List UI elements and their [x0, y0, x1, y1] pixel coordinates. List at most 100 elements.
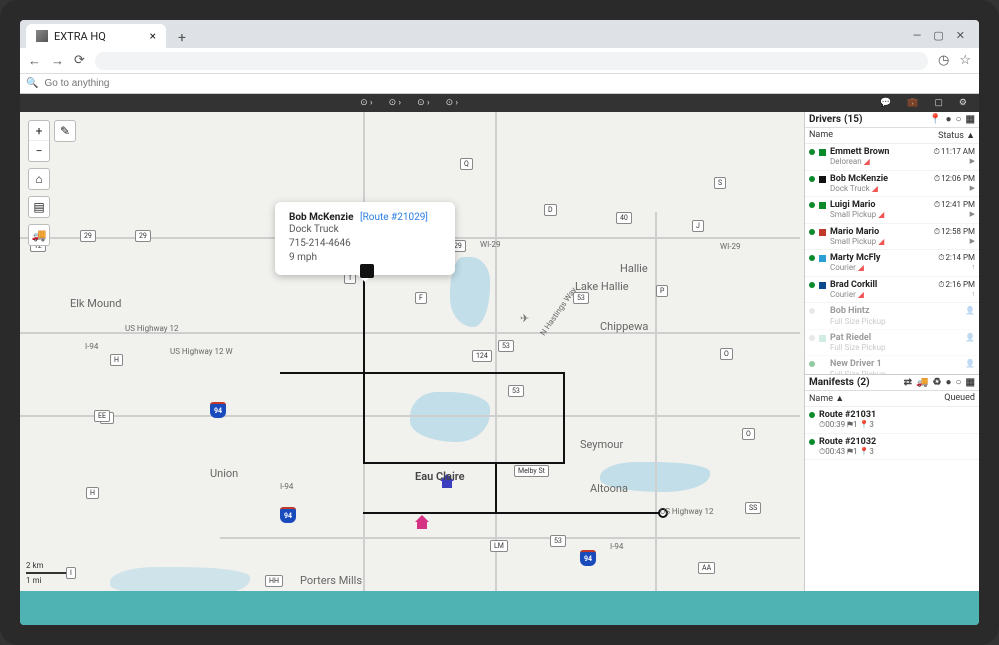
popup-route-link[interactable]: [Route #21029] [360, 212, 428, 223]
map-water [410, 392, 490, 442]
driver-time: 2:14 PM↑ [938, 253, 975, 271]
driver-row[interactable]: Emmett BrownDelorean◢11:17 AM▶ [805, 144, 979, 171]
history-icon[interactable]: ◷ [938, 53, 949, 68]
status-dot [809, 308, 815, 314]
close-window-button[interactable]: ✕ [956, 29, 965, 42]
driver-vehicle: Courier◢ [830, 290, 934, 299]
toolbar-nav-1[interactable]: ⊙ › [352, 98, 380, 108]
manifest-name: Route #21031 [819, 410, 975, 420]
driver-list[interactable]: Emmett BrownDelorean◢11:17 AM▶ Bob McKenz… [805, 144, 979, 374]
col-name[interactable]: Name [809, 130, 833, 141]
manifests-column-header: Name ▲ Queued [805, 391, 979, 407]
driver-row[interactable]: Brad CorkillCourier◢2:16 PM↑ [805, 277, 979, 304]
city-label: Hallie [620, 262, 648, 275]
driver-row[interactable]: Luigi MarioSmall Pickup◢12:41 PM▶ [805, 197, 979, 224]
toolbar-monitor-icon[interactable]: ▢ [926, 98, 951, 108]
location-icon: ◢ [878, 237, 884, 246]
new-tab-button[interactable]: + [172, 28, 192, 48]
driver-time: 👤 [965, 359, 975, 368]
home-button[interactable]: ⌂ [29, 169, 49, 189]
manifest-truck-icon[interactable]: 🚚 [916, 377, 928, 388]
toolbar-gear-icon[interactable]: ⚙ [951, 98, 975, 108]
forward-button[interactable]: → [51, 53, 64, 69]
city-label: Elk Mound [70, 297, 121, 310]
truck-filter-button[interactable]: 🚚 [29, 225, 49, 245]
driver-row[interactable]: Pat RiedelFull Size Pickup👤 [805, 330, 979, 357]
driver-row[interactable]: Bob McKenzieDock Truck◢12:06 PM▶ [805, 171, 979, 198]
search-input[interactable] [44, 78, 973, 89]
driver-row[interactable]: Marty McFlyCourier◢2:14 PM↑ [805, 250, 979, 277]
road-chip: H [110, 354, 123, 366]
toolbar-briefcase-icon[interactable]: 💼 [899, 98, 926, 108]
road-chip: EE [94, 410, 110, 422]
toolbar-chat-icon[interactable]: 💬 [872, 98, 899, 108]
manifests-panel-header: Manifests(2) ⇄ 🚚 ♻ ● ○ ▦ [805, 375, 979, 391]
location-icon: ◢ [858, 290, 864, 299]
truck-marker[interactable] [360, 264, 374, 278]
toolbar-nav-4[interactable]: ⊙ › [438, 98, 466, 108]
driver-row[interactable]: Bob HintzFull Size Pickup👤 [805, 303, 979, 330]
vehicle-color-icon [819, 335, 826, 342]
road-chip: AA [698, 562, 715, 574]
edit-button[interactable]: ✎ [55, 121, 75, 141]
interstate-shield: 94 [280, 507, 296, 523]
road-chip: 124 [472, 350, 492, 362]
status-dot [809, 412, 815, 418]
driver-time: 12:41 PM▶ [934, 200, 975, 218]
footer-bar [20, 591, 979, 625]
manifest-refresh-icon[interactable]: ♻ [932, 377, 941, 388]
road-label: WI-29 [720, 242, 740, 251]
road-chip: 29 [80, 230, 96, 242]
driver-name: Mario Mario [830, 227, 930, 237]
toolbar-nav-2[interactable]: ⊙ › [381, 98, 409, 108]
bookmark-button[interactable]: ☆ [959, 53, 971, 68]
zoom-out-button[interactable]: − [29, 141, 49, 161]
city-label: Union [210, 467, 238, 480]
driver-time: 12:06 PM▶ [934, 174, 975, 192]
manifest-list[interactable]: Route #21031⏱00:39 ⚑1 📍3Route #21032⏱00:… [805, 407, 979, 460]
city-label: Chippewa [600, 320, 648, 333]
manifest-open-icon[interactable]: ○ [956, 377, 962, 388]
manifest-name: Route #21032 [819, 437, 975, 447]
house-marker-red[interactable] [415, 518, 429, 532]
maximize-button[interactable]: ▢ [933, 29, 943, 42]
map-canvas[interactable]: 94 94 94 Eau Claire Chippewa Altoona Sey… [20, 112, 804, 591]
panel-grid-icon[interactable]: ▦ [966, 114, 975, 125]
manifest-grid-icon[interactable]: ▦ [966, 377, 975, 388]
popup-vehicle: Dock Truck [289, 223, 441, 237]
layers-button[interactable]: ▤ [29, 197, 49, 217]
status-dot [809, 361, 815, 367]
panel-pin-icon[interactable]: 📍 [929, 114, 941, 125]
road-label: I-94 [85, 342, 98, 351]
vehicle-color-icon [819, 202, 826, 209]
tab-close-icon[interactable]: × [150, 29, 156, 43]
driver-vehicle: Full Size Pickup [830, 343, 961, 352]
address-bar[interactable] [95, 52, 928, 70]
reload-button[interactable]: ⟳ [74, 53, 85, 68]
zoom-in-button[interactable]: + [29, 121, 49, 141]
back-button[interactable]: ← [28, 53, 41, 69]
status-dot [809, 149, 815, 155]
manifest-col-name[interactable]: Name ▲ [809, 393, 844, 404]
browser-tab[interactable]: EXTRA HQ × [26, 24, 166, 48]
manifest-record-icon[interactable]: ● [945, 377, 951, 388]
road-chip: 40 [616, 212, 632, 224]
col-status[interactable]: Status ▲ [938, 130, 975, 141]
manifest-row[interactable]: Route #21031⏱00:39 ⚑1 📍3 [805, 407, 979, 434]
driver-name: Emmett Brown [830, 147, 930, 157]
panel-record-icon[interactable]: ● [945, 114, 951, 125]
toolbar-nav-3[interactable]: ⊙ › [409, 98, 437, 108]
driver-row[interactable]: New Driver 1Full Size Pickup👤 [805, 356, 979, 374]
panel-open-icon[interactable]: ○ [956, 114, 962, 125]
city-label: Porters Mills [300, 574, 362, 587]
minimize-button[interactable]: — [913, 29, 922, 42]
road-chip: I [66, 567, 76, 579]
manifest-filter-icon[interactable]: ⇄ [904, 377, 912, 388]
location-icon: ◢ [872, 184, 878, 193]
browser-navbar: ← → ⟳ ◷ ☆ [20, 48, 979, 74]
driver-row[interactable]: Mario MarioSmall Pickup◢12:58 PM▶ [805, 224, 979, 251]
manifest-col-queued[interactable]: Queued [944, 393, 975, 404]
window-controls: — ▢ ✕ [913, 29, 973, 48]
driver-name: Bob McKenzie [830, 174, 930, 184]
manifest-row[interactable]: Route #21032⏱00:43 ⚑1 📍3 [805, 434, 979, 461]
